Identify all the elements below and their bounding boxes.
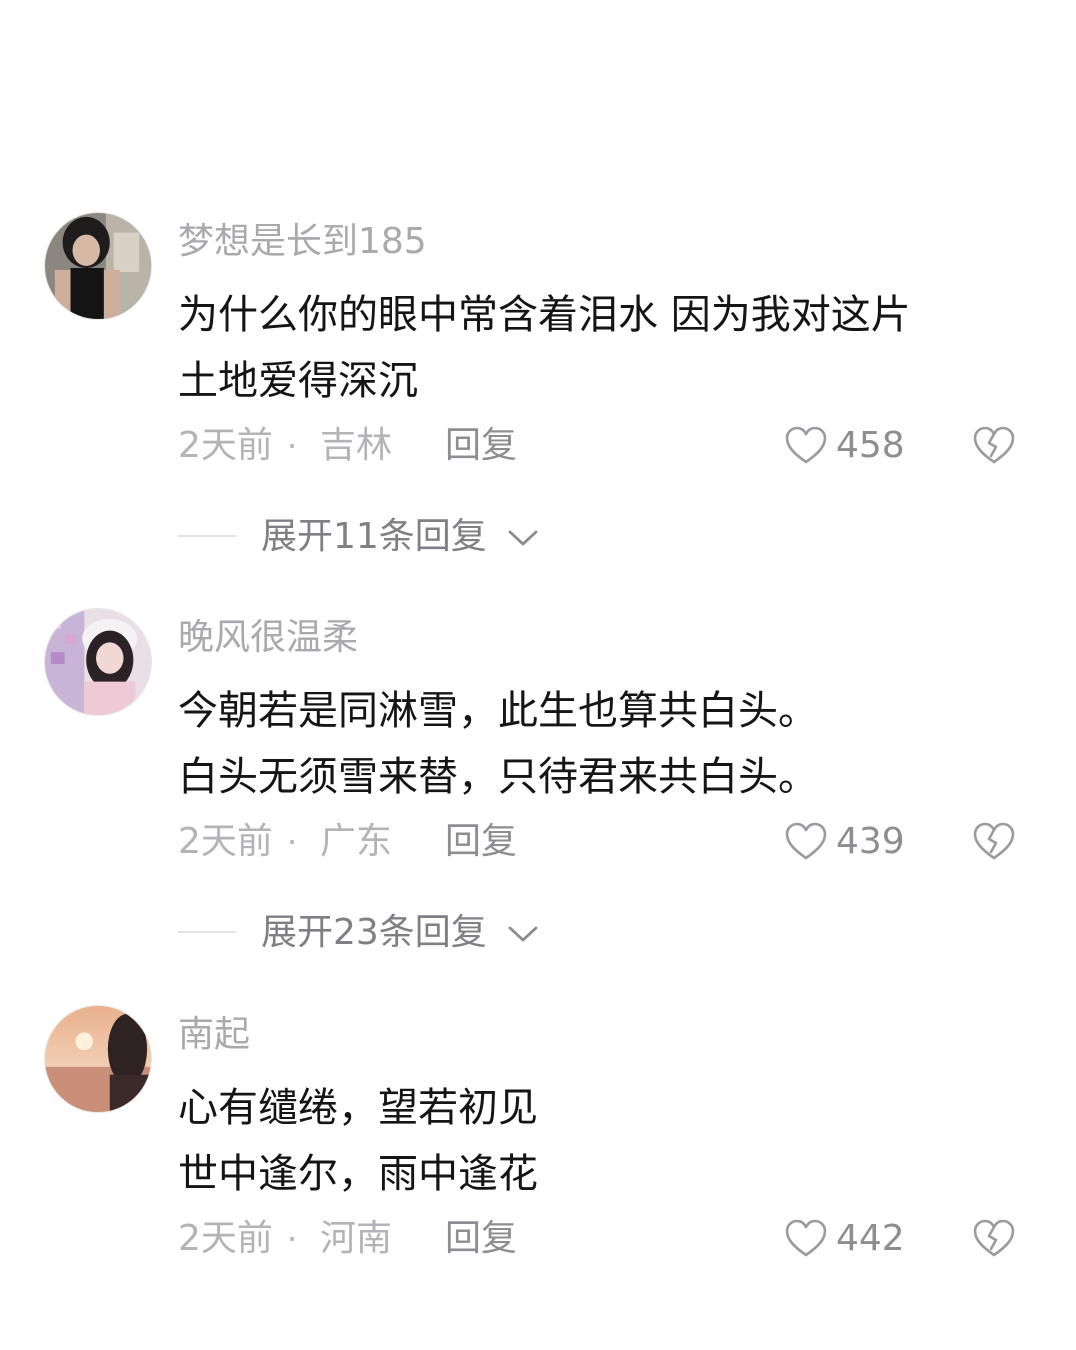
- meta-separator: ·: [287, 427, 298, 465]
- expand-replies-label: 展开11条回复: [261, 516, 487, 557]
- comment-time: 2天前: [178, 821, 273, 862]
- reply-button[interactable]: 回复: [445, 426, 517, 466]
- comment-text: 心有缱绻，望若初见 世中逢尔，雨中逢花: [178, 1075, 538, 1207]
- expand-replies-label: 展开23条回复: [261, 912, 487, 953]
- avatar[interactable]: [44, 608, 152, 716]
- username[interactable]: 梦想是长到185: [178, 220, 427, 264]
- heart-outline-icon[interactable]: [785, 1219, 827, 1259]
- reply-button[interactable]: 回复: [445, 822, 517, 862]
- divider: [178, 931, 236, 933]
- comment-text: 今朝若是同淋雪，此生也算共白头。 白头无须雪来替，只待君来共白头。: [178, 678, 818, 810]
- chevron-down-icon: [508, 530, 538, 546]
- meta-separator: ·: [287, 1220, 298, 1258]
- comment-time: 2天前: [178, 425, 273, 466]
- avatar[interactable]: [44, 1005, 152, 1113]
- comment-location: 河南: [320, 1218, 393, 1259]
- like-count: 442: [836, 1218, 905, 1259]
- comment-list: 梦想是长到185 为什么你的眼中常含着泪水 因为我对这片 土地爱得深沉 2天前 …: [0, 0, 1076, 1350]
- like-count: 439: [836, 821, 905, 862]
- comment-line: 白头无须雪来替，只待君来共白头。: [178, 754, 818, 800]
- avatar[interactable]: [44, 212, 152, 320]
- comment-line: 为什么你的眼中常含着泪水 因为我对这片: [178, 292, 911, 338]
- avatar-photo-icon: [45, 213, 151, 319]
- comment-meta: 2天前 · 吉林 回复 458: [0, 418, 1076, 474]
- meta-separator: ·: [287, 823, 298, 861]
- avatar-photo-icon: [45, 609, 151, 715]
- broken-heart-icon[interactable]: [973, 1219, 1015, 1259]
- comment-text: 为什么你的眼中常含着泪水 因为我对这片 土地爱得深沉: [178, 282, 911, 414]
- comment-line: 世中逢尔，雨中逢花: [178, 1151, 538, 1197]
- comment-location: 吉林: [320, 425, 393, 466]
- expand-replies-button[interactable]: 展开23条回复: [0, 908, 1076, 958]
- comment-time: 2天前: [178, 1218, 273, 1259]
- comment-meta: 2天前 · 广东 回复 439: [0, 814, 1076, 870]
- username[interactable]: 晚风很温柔: [178, 616, 358, 660]
- heart-outline-icon[interactable]: [785, 426, 827, 466]
- comment-location: 广东: [320, 821, 393, 862]
- broken-heart-icon[interactable]: [973, 426, 1015, 466]
- broken-heart-icon[interactable]: [973, 822, 1015, 862]
- username[interactable]: 南起: [178, 1013, 250, 1057]
- comment-line: 土地爱得深沉: [178, 358, 418, 404]
- chevron-down-icon: [508, 926, 538, 942]
- reply-button[interactable]: 回复: [445, 1219, 517, 1259]
- comment-line: 今朝若是同淋雪，此生也算共白头。: [178, 688, 818, 734]
- divider: [178, 535, 236, 537]
- avatar-photo-icon: [45, 1006, 151, 1112]
- comment-line: 心有缱绻，望若初见: [178, 1085, 538, 1131]
- expand-replies-button[interactable]: 展开11条回复: [0, 512, 1076, 562]
- comment-meta: 2天前 · 河南 回复 442: [0, 1211, 1076, 1267]
- heart-outline-icon[interactable]: [785, 822, 827, 862]
- like-count: 458: [836, 425, 905, 466]
